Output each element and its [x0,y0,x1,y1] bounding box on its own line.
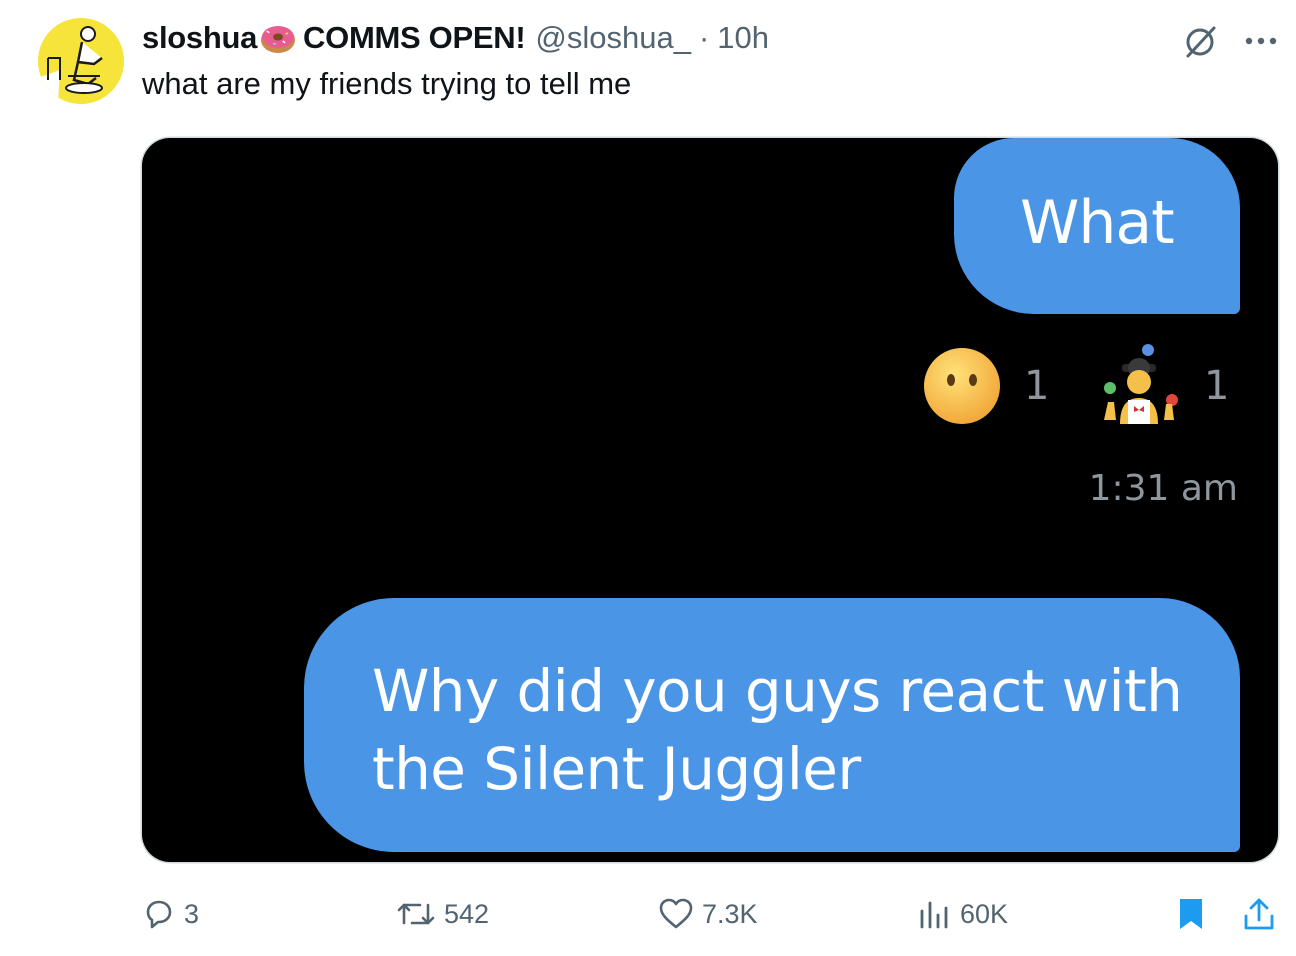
views-count: 60K [960,898,1009,929]
donut-emoji-icon [259,21,297,55]
views-chart-icon [920,901,948,929]
avatar[interactable] [38,18,124,104]
separator-dot: · [698,20,710,55]
reaction-count: 1 [1024,363,1050,409]
tweet-header: sloshua COMMS OPEN! @sloshua_ · 10h [142,18,769,58]
more-icon[interactable] [1240,26,1282,56]
like-button[interactable]: 7.3K [658,886,758,942]
woman-juggling-emoji-icon [1104,344,1178,424]
message-bubble-sent: Why did you guys react with the Silent J… [304,598,1240,852]
tweet-time[interactable]: 10h [717,20,769,56]
reaction-face-without-mouth: 1 [922,346,1049,426]
message-timestamp: 1:31 am [1088,468,1238,509]
bookmark-icon [1180,899,1202,929]
message-text: What [1020,188,1175,258]
views-button[interactable]: 60K [916,886,1008,942]
reaction-count: 1 [1204,363,1230,409]
share-icon [1244,898,1274,930]
display-name[interactable]: sloshua [142,20,257,56]
like-count: 7.3K [702,898,758,929]
message-bubble-sent: What [954,138,1240,314]
share-button[interactable] [1242,886,1276,942]
reaction-woman-juggling: 1 [1098,342,1229,430]
message-text: Why did you guys react with the Silent J… [372,657,1183,803]
grok-icon[interactable] [1180,22,1220,62]
face-without-mouth-emoji-icon [924,348,1000,424]
reply-count: 3 [184,898,200,929]
user-handle[interactable]: @sloshua_ [535,20,691,56]
repost-count: 542 [444,898,490,929]
repost-icon [397,903,435,925]
repost-button[interactable]: 542 [396,886,489,942]
tweet-action-bar: 3 542 7.3K 60K [0,886,1296,946]
bookmark-button[interactable] [1176,886,1206,942]
display-name-suffix[interactable]: COMMS OPEN! [303,20,526,56]
heart-icon [659,898,693,929]
tweet-media-image[interactable]: What 1 1 1:31 am Why did you guys react … [142,138,1278,862]
reply-icon [146,900,172,929]
tweet-text: what are my friends trying to tell me [142,66,632,101]
reply-button[interactable]: 3 [142,886,199,942]
